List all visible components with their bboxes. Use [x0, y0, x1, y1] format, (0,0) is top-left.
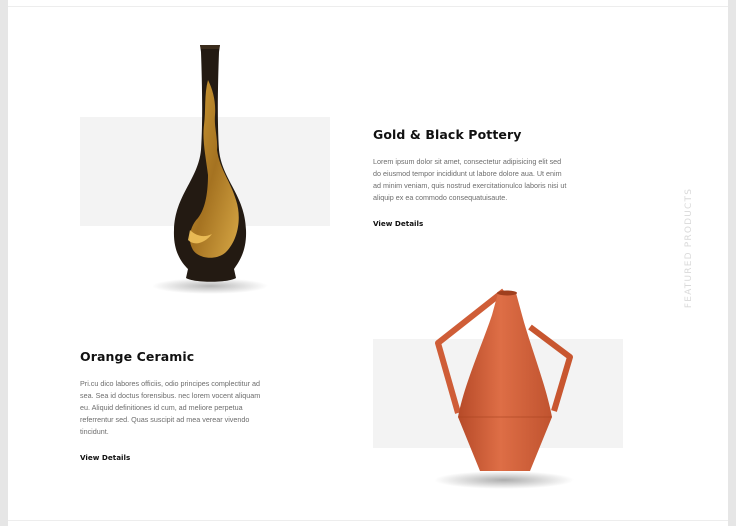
bottom-divider [8, 520, 728, 521]
product-description: Pri.cu dico labores officiis, odio princ… [80, 379, 261, 436]
featured-products-section: Gold & Black Pottery Lorem ipsum dolor s… [8, 0, 728, 526]
featured-products-label: FEATURED PRODUCTS [684, 187, 694, 309]
orange-ceramic-vase-image[interactable] [418, 285, 588, 495]
product-title: Orange Ceramic [80, 349, 195, 364]
gold-black-vase-image[interactable] [138, 40, 278, 300]
product-title: Gold & Black Pottery [373, 127, 522, 142]
view-details-link[interactable]: View Details [80, 453, 130, 462]
product-description: Lorem ipsum dolor sit amet, consectetur … [373, 157, 567, 202]
view-details-link[interactable]: View Details [373, 219, 423, 228]
top-divider [8, 6, 728, 7]
